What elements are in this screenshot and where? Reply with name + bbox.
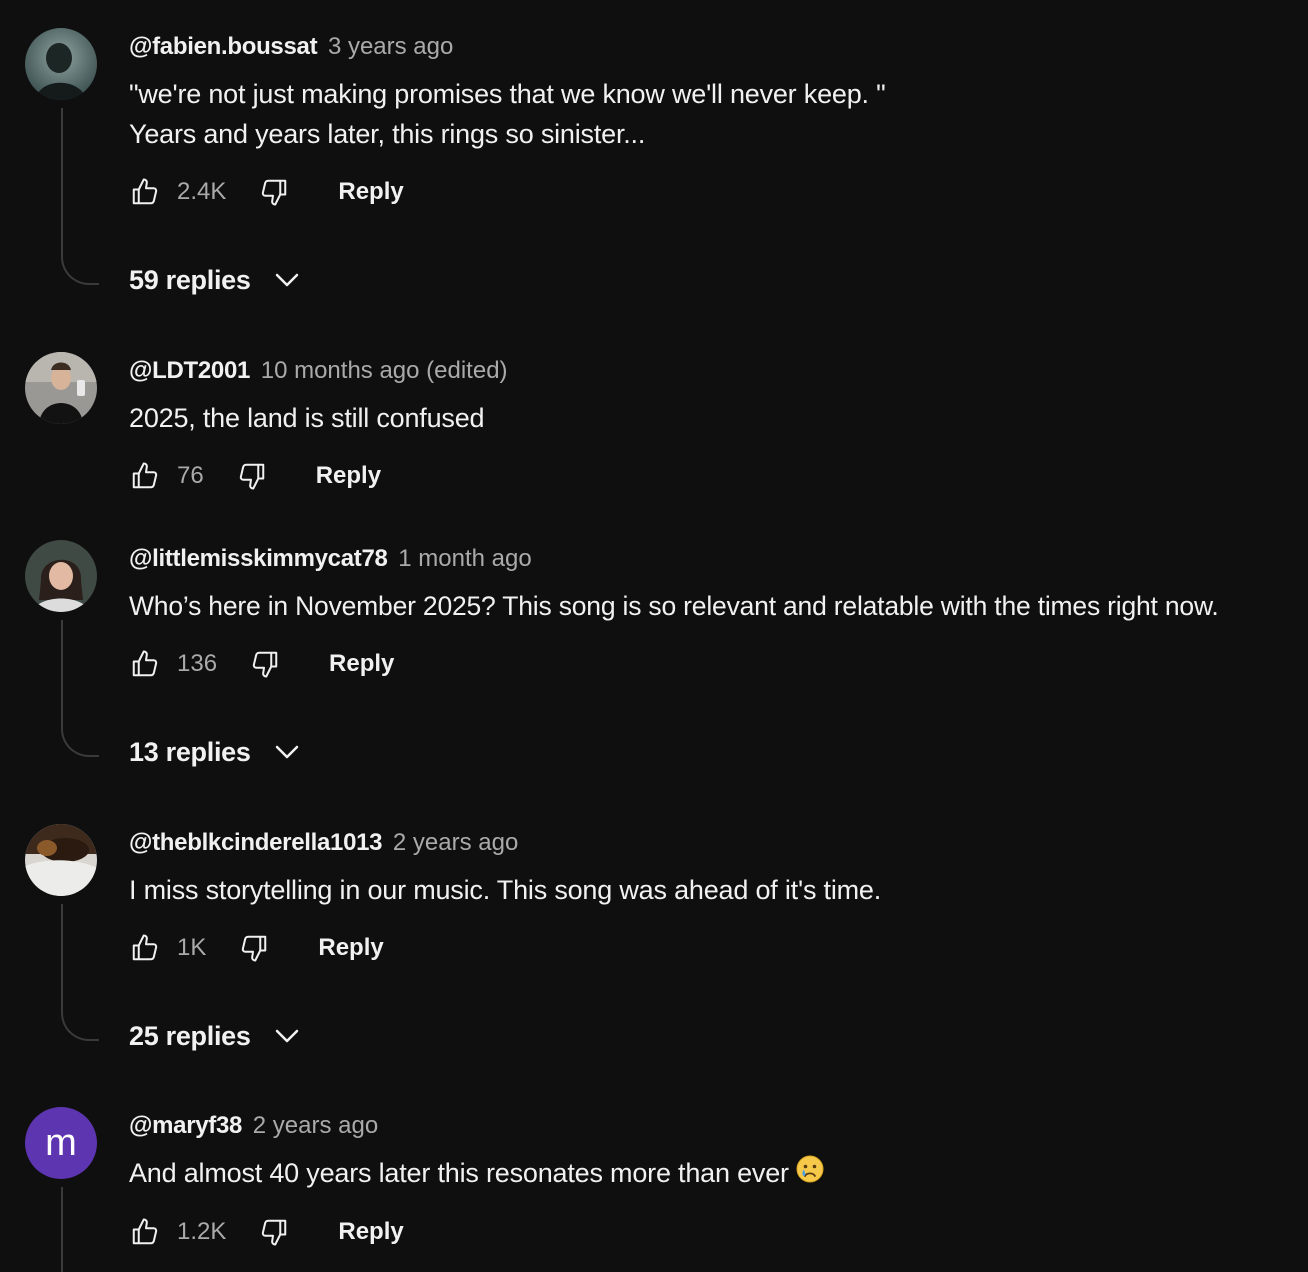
reply-button[interactable]: Reply bbox=[316, 462, 381, 490]
like-count: 76 bbox=[177, 462, 204, 489]
reply-button[interactable]: Reply bbox=[318, 934, 383, 962]
thread-connector bbox=[61, 620, 99, 757]
comment-header: @littlemisskimmycat78 1 month ago bbox=[129, 544, 532, 574]
comment-text: Who’s here in November 2025? This song i… bbox=[129, 586, 1219, 626]
thumbs-up-icon bbox=[132, 178, 158, 205]
comment-text-line: Years and years later, this rings so sin… bbox=[129, 119, 646, 149]
comment-actions: 136 Reply bbox=[129, 644, 394, 684]
thread-connector bbox=[61, 108, 99, 285]
comment-timestamp[interactable]: 2 years ago bbox=[393, 829, 518, 856]
avatar[interactable] bbox=[25, 352, 97, 424]
comment-author[interactable]: @maryf38 bbox=[129, 1112, 242, 1139]
comment-actions: 1K Reply bbox=[129, 928, 384, 968]
reply-button[interactable]: Reply bbox=[329, 650, 394, 678]
comment-text-line: I miss storytelling in our music. This s… bbox=[129, 875, 882, 905]
comment-header: @fabien.boussat 3 years ago bbox=[129, 32, 453, 62]
dislike-button[interactable] bbox=[238, 932, 270, 964]
comment-actions: 2.4K Reply bbox=[129, 172, 404, 212]
avatar[interactable]: m bbox=[25, 1107, 97, 1179]
comment-text-line: And almost 40 years later this resonates… bbox=[129, 1158, 789, 1188]
like-count: 1K bbox=[177, 934, 207, 961]
comment-text-line: 2025, the land is still confused bbox=[129, 403, 485, 433]
view-replies-button[interactable]: 13 replies bbox=[129, 736, 303, 768]
dislike-button[interactable] bbox=[249, 648, 281, 680]
dislike-button[interactable] bbox=[236, 460, 268, 492]
view-replies-button[interactable]: 59 replies bbox=[129, 264, 303, 296]
comment-timestamp[interactable]: 3 years ago bbox=[328, 33, 453, 60]
replies-count-label: 25 replies bbox=[129, 1020, 251, 1051]
chevron-down-icon bbox=[271, 264, 303, 296]
thumbs-down-icon bbox=[262, 1219, 287, 1246]
comment-timestamp[interactable]: 2 years ago bbox=[253, 1112, 378, 1139]
comment-author[interactable]: @fabien.boussat bbox=[129, 33, 318, 60]
comment-text-line: Who’s here in November 2025? This song i… bbox=[129, 591, 1219, 621]
dislike-button[interactable] bbox=[258, 1216, 290, 1248]
comment-text: And almost 40 years later this resonates… bbox=[129, 1153, 825, 1195]
thread-connector bbox=[61, 1187, 99, 1272]
thumbs-down-icon bbox=[262, 179, 287, 206]
thumbs-up-icon bbox=[132, 934, 158, 961]
comment-text-line: "we're not just making promises that we … bbox=[129, 79, 886, 109]
thumbs-down-icon bbox=[239, 463, 264, 490]
like-button[interactable] bbox=[129, 648, 161, 680]
like-button[interactable] bbox=[129, 1216, 161, 1248]
comment-text: 2025, the land is still confused bbox=[129, 398, 485, 438]
like-count: 1.2K bbox=[177, 1218, 227, 1245]
thumbs-up-icon bbox=[132, 1218, 158, 1245]
replies-count-label: 13 replies bbox=[129, 736, 251, 767]
avatar[interactable] bbox=[25, 540, 97, 612]
reply-button[interactable]: Reply bbox=[338, 1218, 403, 1246]
comment-timestamp[interactable]: 1 month ago bbox=[398, 545, 531, 572]
comment-header: @maryf38 2 years ago bbox=[129, 1111, 378, 1141]
chevron-down-icon bbox=[271, 736, 303, 768]
view-replies-button[interactable]: 25 replies bbox=[129, 1020, 303, 1052]
replies-count-label: 59 replies bbox=[129, 264, 251, 295]
reply-button[interactable]: Reply bbox=[338, 178, 403, 206]
thumbs-down-icon bbox=[242, 935, 267, 962]
thumbs-up-icon bbox=[132, 650, 158, 677]
comment-actions: 76 Reply bbox=[129, 456, 381, 496]
comment-author[interactable]: @LDT2001 bbox=[129, 357, 250, 384]
comment-header: @LDT2001 10 months ago (edited) bbox=[129, 356, 508, 386]
like-count: 136 bbox=[177, 650, 218, 677]
chevron-down-icon bbox=[271, 1020, 303, 1052]
thumbs-down-icon bbox=[252, 651, 278, 678]
like-button[interactable] bbox=[129, 460, 161, 492]
comment-text: "we're not just making promises that we … bbox=[129, 74, 886, 154]
comment-actions: 1.2K Reply bbox=[129, 1212, 404, 1252]
comment-text: I miss storytelling in our music. This s… bbox=[129, 870, 881, 910]
comment-timestamp[interactable]: 10 months ago (edited) bbox=[261, 357, 508, 384]
crying-face-emoji bbox=[795, 1154, 825, 1195]
avatar[interactable] bbox=[25, 824, 97, 896]
thread-connector bbox=[61, 904, 99, 1041]
avatar-letter: m bbox=[45, 1121, 77, 1164]
like-button[interactable] bbox=[129, 932, 161, 964]
like-count: 2.4K bbox=[177, 178, 227, 205]
like-button[interactable] bbox=[129, 176, 161, 208]
dislike-button[interactable] bbox=[258, 176, 290, 208]
thumbs-up-icon bbox=[132, 462, 158, 489]
avatar[interactable] bbox=[25, 28, 97, 100]
comment-author[interactable]: @theblkcinderella1013 bbox=[129, 829, 383, 856]
comment-author[interactable]: @littlemisskimmycat78 bbox=[129, 545, 388, 572]
comment-header: @theblkcinderella1013 2 years ago bbox=[129, 828, 518, 858]
